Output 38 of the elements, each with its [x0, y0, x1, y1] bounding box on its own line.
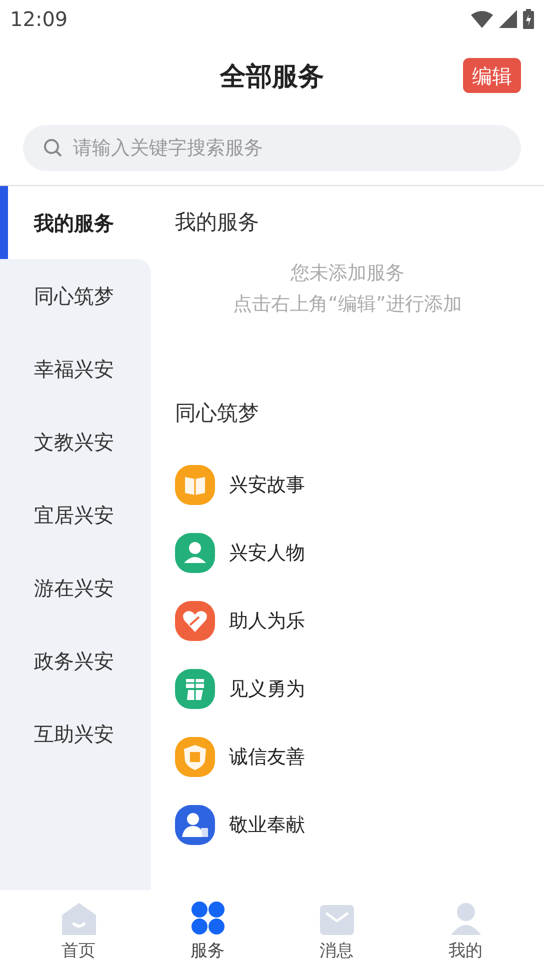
tab-bar-item[interactable]: 消息 [272, 890, 401, 968]
wifi-icon [471, 10, 493, 28]
person-chart-icon [175, 805, 215, 845]
service-item[interactable]: 兴安人物 [175, 519, 544, 587]
badge-icon [175, 669, 215, 709]
section-title: 同心筑梦 [175, 400, 259, 428]
grid-icon [190, 900, 224, 934]
signal-icon [499, 10, 517, 28]
sidebar-item[interactable]: 游在兴安 [0, 551, 151, 624]
service-item[interactable]: 敬业奉献 [175, 791, 544, 859]
empty-message: 您未添加服务 [290, 261, 404, 286]
status-time: 12:09 [10, 6, 68, 33]
sidebar-item[interactable]: 互助兴安 [0, 697, 151, 770]
tab-bar-item[interactable]: 服务 [143, 890, 272, 968]
person-icon [450, 902, 480, 934]
section-title: 我的服务 [175, 209, 259, 236]
shield-icon [175, 737, 215, 777]
search-icon [43, 138, 63, 158]
sidebar-item[interactable]: 宜居兴安 [0, 478, 151, 551]
tab-bar-item[interactable]: 我的 [401, 890, 530, 968]
service-item[interactable]: 助人为乐 [175, 587, 544, 655]
book-icon [175, 465, 215, 505]
sidebar-item[interactable]: 同心筑梦 [0, 259, 151, 332]
sidebar-item[interactable]: 政务兴安 [0, 624, 151, 697]
edit-button[interactable]: 编辑 [463, 58, 521, 93]
empty-message: 点击右上角“编辑”进行添加 [233, 292, 462, 317]
service-item[interactable]: 见义勇为 [175, 655, 544, 723]
person-icon [175, 533, 215, 573]
search-field[interactable]: 请输入关键字搜索服务 [23, 125, 521, 171]
battery-icon [523, 9, 534, 29]
service-item[interactable]: 兴安故事 [175, 451, 544, 519]
message-icon [320, 904, 354, 934]
tab-bar-item[interactable]: 首页 [14, 890, 143, 968]
home-icon [62, 902, 96, 934]
sidebar-item[interactable]: 文教兴安 [0, 405, 151, 478]
service-item[interactable]: 诚信友善 [175, 723, 544, 791]
sidebar-item[interactable]: 幸福兴安 [0, 332, 151, 405]
page-title: 全部服务 [220, 60, 324, 94]
